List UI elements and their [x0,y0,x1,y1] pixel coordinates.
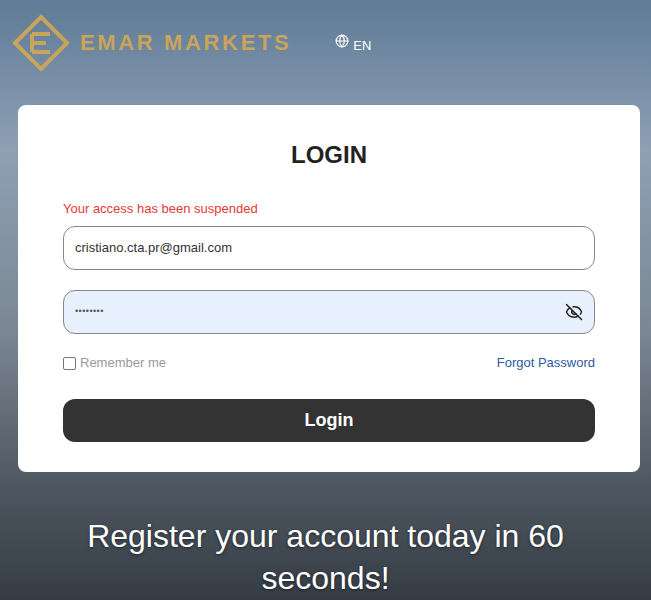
tagline: Register your account today in 60 second… [0,515,651,599]
logo[interactable]: EMAR MARKETS [12,14,291,72]
email-value: cristiano.cta.pr@gmail.com [75,238,232,258]
remember-checkbox[interactable] [63,357,76,370]
remember-me[interactable]: Remember me [63,353,166,373]
remember-label: Remember me [80,353,166,373]
login-card: LOGIN Your access has been suspended crist… [18,105,640,472]
password-input[interactable]: •••••••• [63,290,595,334]
logo-icon [12,14,70,72]
language-label: EN [353,38,371,54]
password-value: •••••••• [75,305,565,319]
login-page: EMAR MARKETS EN LOGIN Your access has been … [0,0,651,600]
error-message: Your access has been suspended [63,200,595,218]
email-input[interactable]: cristiano.cta.pr@gmail.com [63,226,595,270]
eye-off-icon[interactable] [565,303,583,321]
options-row: Remember me Forgot Password [63,353,595,373]
globe-icon [335,34,349,48]
login-button[interactable]: Login [63,399,595,442]
login-title: LOGIN [63,139,595,171]
language-selector[interactable]: EN [335,38,371,54]
header: EMAR MARKETS EN [0,0,651,105]
forgot-password-link[interactable]: Forgot Password [497,353,595,373]
logo-text: EMAR MARKETS [80,26,291,59]
